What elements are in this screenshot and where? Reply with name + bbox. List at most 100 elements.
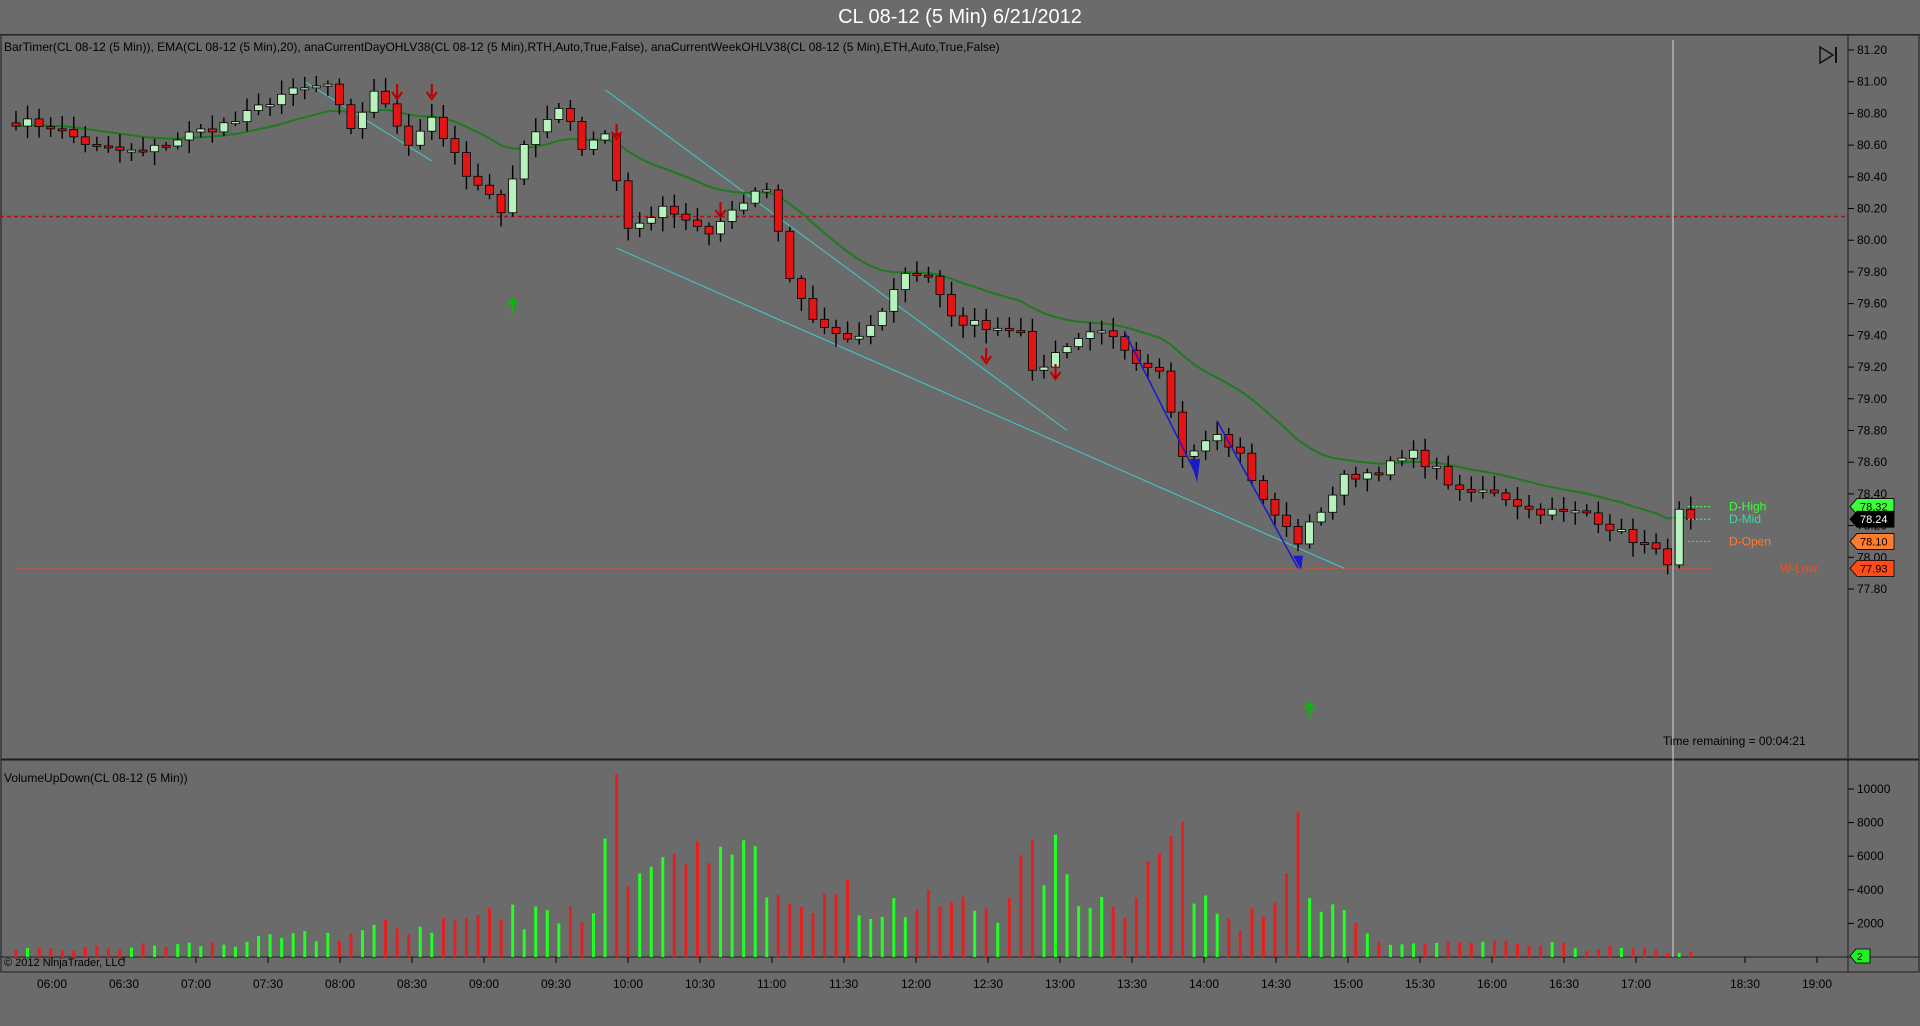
candle-up xyxy=(531,131,541,145)
price-tick-label: 81.00 xyxy=(1857,75,1887,89)
candle-down xyxy=(843,333,852,340)
candle xyxy=(1674,501,1684,569)
candle-down xyxy=(80,136,90,145)
candle-up xyxy=(1316,511,1326,523)
candle-down xyxy=(496,193,506,214)
candle-up xyxy=(23,118,32,127)
candle-down xyxy=(1247,452,1257,481)
candle-down xyxy=(207,128,217,133)
price-tick-label: 79.80 xyxy=(1857,265,1887,279)
candle-down xyxy=(1178,411,1187,457)
candle-down xyxy=(693,219,702,227)
candle-up xyxy=(1085,331,1095,339)
candle-up xyxy=(554,108,564,120)
price-panel[interactable] xyxy=(0,34,1920,760)
price-tick-label: 81.20 xyxy=(1857,43,1887,57)
candle-down xyxy=(69,129,79,138)
time-tick-label: 16:00 xyxy=(1477,977,1507,991)
candle-down xyxy=(1259,480,1268,500)
candle-down xyxy=(92,143,102,147)
price-tick-label: 80.60 xyxy=(1857,138,1887,152)
volume-tick-label: 4000 xyxy=(1857,883,1884,897)
time-tick-label: 17:00 xyxy=(1621,977,1651,991)
candle-up xyxy=(646,217,656,224)
time-tick-label: 15:00 xyxy=(1333,977,1363,991)
price-tick-label: 77.80 xyxy=(1857,582,1887,596)
candle-up xyxy=(635,222,645,229)
candle-down xyxy=(462,152,471,177)
candle-up xyxy=(1547,508,1557,516)
candle-down xyxy=(161,144,171,148)
candle-down xyxy=(1628,529,1638,543)
candle-down xyxy=(1559,508,1569,512)
window-title: CL 08-12 (5 Min) 6/21/2012 xyxy=(0,0,1920,35)
candle-up xyxy=(415,130,425,146)
candle-up xyxy=(173,139,183,147)
price-tag: 78.24 xyxy=(1849,510,1895,528)
candle-up xyxy=(1432,465,1442,469)
candle-down xyxy=(404,125,414,146)
svg-text:2: 2 xyxy=(1857,952,1863,963)
candle-down xyxy=(1166,370,1176,413)
candle-down xyxy=(1108,330,1118,338)
candle-down xyxy=(1443,465,1453,486)
candle-up xyxy=(739,202,749,211)
candle-down xyxy=(623,180,633,229)
price-tick-label: 78.80 xyxy=(1857,423,1887,437)
price-tick-label: 79.40 xyxy=(1857,328,1887,342)
time-tick-label: 07:00 xyxy=(181,977,211,991)
candle-up xyxy=(288,87,298,95)
candle-down xyxy=(1582,510,1592,514)
candle-up xyxy=(1362,472,1372,480)
time-tick-label: 09:00 xyxy=(469,977,499,991)
candle-up xyxy=(427,116,437,132)
candle-down xyxy=(450,138,460,153)
candle-up xyxy=(1674,508,1684,566)
time-tick-label: 16:30 xyxy=(1549,977,1579,991)
indicator-legend: BarTimer(CL 08-12 (5 Min)), EMA(CL 08-12… xyxy=(4,40,1000,54)
candle-down xyxy=(473,175,483,186)
candle-down xyxy=(346,104,356,129)
price-chart[interactable]: 81.20 81.00 80.80 80.60 80.40 80.20 80.00 79.80… xyxy=(0,34,1920,1026)
candle-down xyxy=(104,145,113,149)
time-tick-label: 19:00 xyxy=(1802,977,1832,991)
time-tick-label: 13:00 xyxy=(1045,977,1075,991)
candle-up xyxy=(866,325,876,337)
time-tick-label: 12:00 xyxy=(901,977,931,991)
candle-down xyxy=(1016,330,1026,334)
candle-up xyxy=(762,189,772,193)
candle-down xyxy=(1282,514,1291,527)
candle-down xyxy=(566,108,575,122)
candle-down xyxy=(1351,473,1361,480)
candle-up xyxy=(300,87,310,91)
candle-up xyxy=(1409,449,1418,459)
candle-up xyxy=(658,205,668,218)
candle-up xyxy=(854,335,864,340)
copyright: © 2012 NinjaTrader, LLC xyxy=(4,957,125,969)
candle-up xyxy=(1039,366,1049,371)
price-tag-label: 77.93 xyxy=(1860,563,1888,575)
candle-down xyxy=(46,126,56,130)
volume-indicator-label: VolumeUpDown(CL 08-12 (5 Min)) xyxy=(4,771,188,785)
candle-down xyxy=(1374,472,1384,476)
candle-down xyxy=(1420,449,1430,468)
candle-down xyxy=(704,225,714,235)
level-label: W-Low xyxy=(1780,561,1817,575)
candle-up xyxy=(1189,450,1199,457)
volume-tick-label: 6000 xyxy=(1857,849,1884,863)
candle-down xyxy=(1686,508,1696,520)
candle-up xyxy=(358,111,367,129)
candle-up xyxy=(150,144,160,153)
volume-panel[interactable] xyxy=(0,759,1920,973)
candle-up xyxy=(508,178,518,214)
candle-down xyxy=(947,294,956,317)
price-tick-label: 79.00 xyxy=(1857,392,1887,406)
candle-up xyxy=(993,327,1003,331)
candle-up xyxy=(184,131,194,141)
candle-down xyxy=(1524,505,1534,510)
candle-up xyxy=(1386,460,1395,476)
price-tick-label: 79.60 xyxy=(1857,297,1887,311)
candle-down xyxy=(1455,484,1465,490)
candle-up xyxy=(1617,529,1626,532)
candle-down xyxy=(1593,512,1603,525)
